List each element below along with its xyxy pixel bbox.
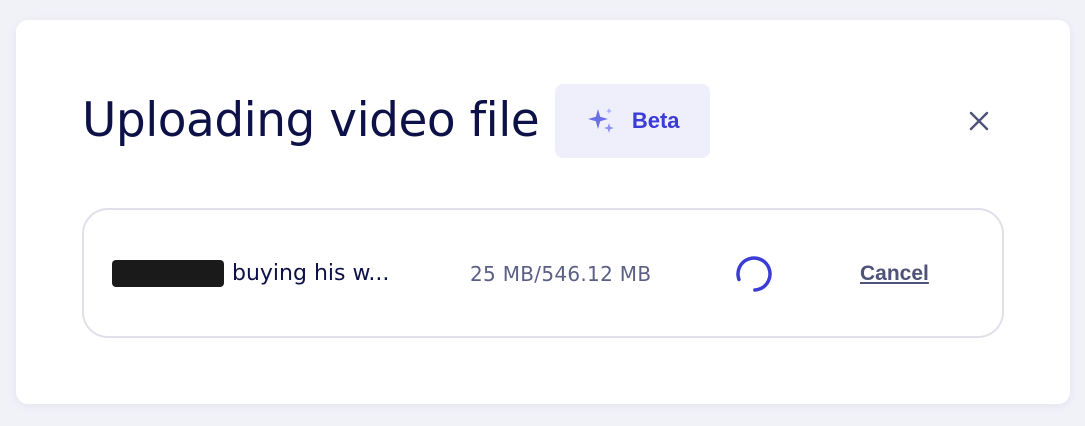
upload-progress-text: 25 MB/546.12 MB	[470, 262, 652, 286]
dialog-title: Uploading video file	[82, 93, 540, 148]
sparkle-icon	[587, 108, 614, 133]
cancel-upload-button[interactable]: Cancel	[860, 260, 929, 288]
file-name: buying his w...	[232, 261, 390, 286]
beta-label: Beta	[631, 108, 680, 133]
beta-badge: Beta	[555, 84, 711, 158]
upload-dialog: Uploading video file Beta buying his w..…	[16, 20, 1070, 404]
close-button[interactable]	[966, 108, 992, 134]
dialog-header: Uploading video file Beta	[82, 84, 711, 158]
close-icon	[969, 111, 989, 131]
upload-item: buying his w... 25 MB/546.12 MB Cancel	[82, 208, 1004, 338]
spinner-icon	[736, 256, 772, 292]
redacted-text	[112, 260, 224, 287]
